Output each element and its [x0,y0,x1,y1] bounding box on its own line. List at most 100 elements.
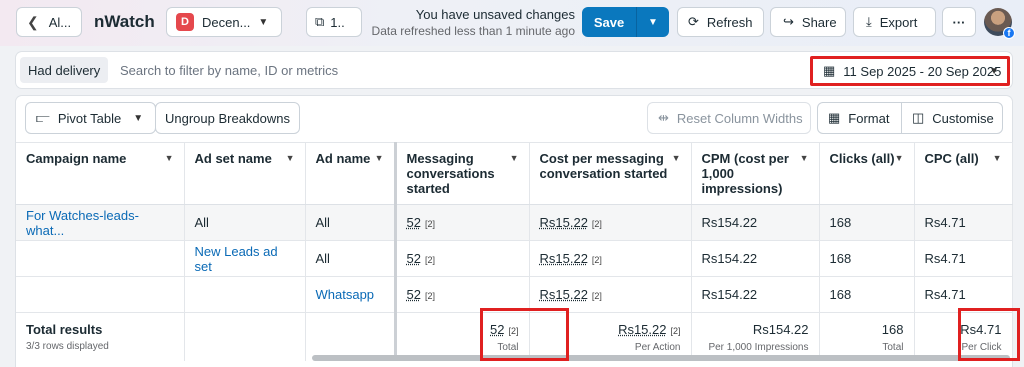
rows-displayed: 3/3 rows displayed [26,341,109,352]
pivot-table-button[interactable]: ⫍ Pivot Table ▼ [25,102,156,134]
column-header[interactable]: CPC (all) ▼ [914,142,1013,205]
chevron-left-icon: ❮ [27,13,39,30]
caret-down-icon: ▼ [989,65,999,77]
campaign-name-cell[interactable]: For Watches-leads-what... [16,204,185,241]
total-title: Total results [26,322,103,337]
horizontal-scrollbar[interactable] [312,355,1010,361]
refresh-button[interactable]: ⟳ Refresh [677,7,764,37]
sort-caret-icon[interactable]: ▼ [165,153,174,163]
footnote: [2] [424,219,435,229]
save-split-button: Save ▼ [582,7,669,37]
account-badge: D [176,13,194,31]
column-resize-icon: ⇹ [658,110,669,125]
highlight-box-messaging-total [480,308,569,361]
column-header[interactable]: CPM (cost per 1,000 impressions) ▼ [691,142,820,205]
table-header-row: Campaign name ▼ Ad set name ▼ Ad name ▼ Mes… [16,142,1013,205]
top-bar: ❮ Al... nWatch D Decen... ▼ ⧉ 1.. You ha… [0,0,1024,46]
customise-label: Customise [932,110,994,126]
column-header[interactable]: Ad set name ▼ [184,142,306,205]
export-button[interactable]: ⤓ Export [853,7,936,37]
export-icon: ⤓ [866,14,872,29]
refresh-icon: ⟳ [688,14,699,29]
save-status: You have unsaved changes Data refreshed … [372,7,575,38]
reset-column-widths-button[interactable]: ⇹ Reset Column Widths [647,102,811,134]
sort-caret-icon[interactable]: ▼ [286,153,295,163]
column-header[interactable]: Cost per messaging conversation started ▼ [529,142,692,205]
back-button[interactable]: ❮ Al... [16,7,82,37]
date-range-label: 11 Sep 2025 - 20 Sep 2025 [843,63,1002,79]
sort-caret-icon[interactable]: ▼ [672,153,681,163]
sort-caret-icon[interactable]: ▼ [895,153,904,163]
table-cell [305,312,396,361]
caret-down-icon: ▼ [133,112,144,124]
sort-caret-icon[interactable]: ▼ [510,153,519,163]
had-delivery-chip[interactable]: Had delivery [20,57,109,83]
table-cell: 52 [2] [393,204,530,241]
column-header[interactable]: Campaign name ▼ [16,142,185,205]
account-label: Decen... [202,14,251,30]
share-icon: ↪ [783,14,794,29]
highlight-box-cpc-total [958,308,1020,361]
column-header[interactable]: Ad name ▼ [305,142,396,205]
table-cell: Rs15.22 [2] [529,204,692,241]
metric-value[interactable]: Rs15.22 [540,287,588,302]
column-header[interactable]: Clicks (all) ▼ [819,142,915,205]
views-selector[interactable]: ⧉ 1.. [306,7,362,37]
table-cell: Rs4.71 [914,204,1013,241]
layers-icon: ⧉ [315,14,325,29]
calendar-icon: ▦ [823,63,836,78]
footnote: [2] [591,219,602,229]
total-cell: Rs154.22 Per 1,000 Impressions [691,312,820,361]
ungroup-breakdowns-button[interactable]: Ungroup Breakdowns [155,102,300,134]
pivot-label: Pivot Table [57,110,122,126]
share-label: Share [801,14,837,30]
total-value: Rs154.22 [752,322,809,337]
save-button[interactable]: Save [582,7,637,37]
filter-bar: Had delivery Search to filter by name, I… [16,52,1012,88]
table-cell: All [305,240,396,277]
total-unit: Per 1,000 Impressions [708,342,809,353]
unsaved-status: You have unsaved changes [415,7,575,22]
metric-value[interactable]: 52 [407,215,421,230]
caret-down-icon: ▼ [258,16,269,28]
table-cell: 168 [819,276,915,313]
grid-icon: ▦ [828,110,841,125]
metric-value[interactable]: 52 [407,287,421,302]
column-header[interactable]: Messaging conversations started ▼ [393,142,530,205]
columns-icon: ◫ [912,110,925,125]
sort-caret-icon[interactable]: ▼ [993,153,1002,163]
ad-set-name-cell[interactable]: New Leads ad set [184,240,306,277]
sort-caret-icon[interactable]: ▼ [375,153,384,163]
table-cell: Rs154.22 [691,204,820,241]
table-cell [16,240,185,277]
views-count: 1.. [330,14,345,30]
save-dropdown-icon[interactable]: ▼ [637,7,669,37]
total-value[interactable]: Rs15.22 [618,322,666,337]
table-cell: Rs15.22 [2] [529,240,692,277]
sort-caret-icon[interactable]: ▼ [800,153,809,163]
share-button[interactable]: ↪ Share [770,7,846,37]
table-cell: Rs154.22 [691,240,820,277]
footnote: [2] [424,291,435,301]
avatar[interactable]: f [984,8,1015,39]
metric-value[interactable]: 52 [407,251,421,266]
table-cell: 168 [819,204,915,241]
account-selector[interactable]: D Decen... ▼ [166,7,282,37]
table-cell: 168 [819,240,915,277]
total-cell: 168 Total [819,312,915,361]
date-range-picker[interactable]: ▦ 11 Sep 2025 - 20 Sep 2025 ▼ [810,56,1010,86]
refresh-label: Refresh [706,14,753,30]
total-label-cell: Total results 3/3 rows displayed [16,312,185,361]
table-cell [184,312,306,361]
ad-name-cell[interactable]: Whatsapp [305,276,396,313]
search-input[interactable]: Search to filter by name, ID or metrics [120,63,338,78]
table-cell: 52 [2] [393,240,530,277]
more-options-button[interactable]: ··· [942,7,976,37]
metric-value[interactable]: Rs15.22 [540,251,588,266]
table-cell [184,276,306,313]
customise-button[interactable]: ◫ Customise [901,102,1003,134]
metric-value[interactable]: Rs15.22 [540,215,588,230]
format-button[interactable]: ▦ Format [817,102,902,134]
format-label: Format [848,110,890,126]
table-cell: Rs4.71 [914,240,1013,277]
